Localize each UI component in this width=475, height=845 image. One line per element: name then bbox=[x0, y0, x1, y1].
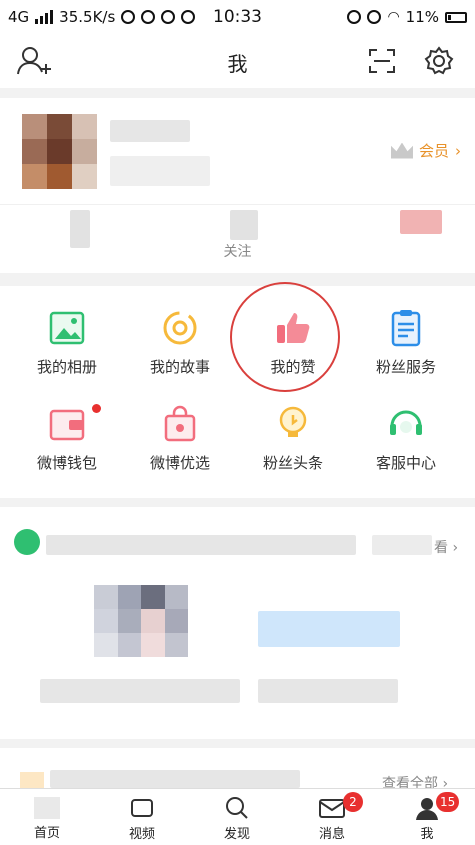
me-badge: 15 bbox=[436, 792, 460, 812]
more-text-partial: 看 bbox=[434, 540, 448, 556]
battery-icon bbox=[445, 11, 467, 23]
chevron-right-icon: › bbox=[455, 141, 461, 160]
messages-badge: 2 bbox=[343, 792, 363, 812]
avatar[interactable] bbox=[22, 114, 97, 189]
lightbulb-icon bbox=[279, 406, 307, 437]
grid-item-headlines[interactable]: 粉丝头条 bbox=[234, 404, 352, 473]
caption-blurred bbox=[40, 679, 240, 703]
new-dot bbox=[92, 404, 101, 413]
crown-icon bbox=[390, 142, 413, 159]
tab-messages-label: 消息 bbox=[318, 827, 345, 842]
tab-discover-label: 发现 bbox=[223, 827, 250, 842]
story-icon bbox=[163, 311, 197, 345]
wallet-icon bbox=[49, 409, 85, 441]
grid-item-album[interactable]: 我的相册 bbox=[8, 308, 126, 377]
divider bbox=[0, 204, 475, 205]
alarm-clock-icon bbox=[347, 10, 362, 24]
grid-item-label: 粉丝服务 bbox=[375, 358, 436, 376]
follow-count-blurred bbox=[230, 210, 258, 240]
content-section: 看 › bbox=[0, 507, 475, 739]
headset-icon bbox=[390, 410, 422, 435]
vip-label: 会员 bbox=[418, 142, 449, 160]
section-icon bbox=[14, 529, 40, 555]
tab-video[interactable]: 视频 bbox=[107, 795, 177, 842]
grid-item-label: 我的相册 bbox=[36, 358, 97, 376]
bottom-tab-bar: 首页 视频 发现 消息 2 我 15 bbox=[0, 788, 475, 845]
tab-me-label: 我 bbox=[420, 827, 434, 842]
shopping-bag-icon bbox=[164, 405, 196, 442]
grid-item-fan-service[interactable]: 粉丝服务 bbox=[347, 308, 465, 377]
grid-item-preferred[interactable]: 微博优选 bbox=[121, 404, 239, 473]
grid-item-label: 我的故事 bbox=[149, 358, 210, 376]
bio-blurred bbox=[110, 156, 210, 186]
thumbnail2-blurred[interactable] bbox=[258, 611, 400, 647]
search-icon bbox=[226, 797, 248, 819]
grid-item-label: 粉丝头条 bbox=[262, 454, 323, 472]
battery-percent: 11% bbox=[405, 8, 439, 26]
highlight-circle bbox=[230, 282, 340, 392]
tab-discover[interactable]: 发现 bbox=[202, 795, 272, 842]
scan-icon[interactable] bbox=[368, 48, 396, 74]
vip-badge[interactable]: 会员 › bbox=[390, 140, 461, 161]
section-title-blurred bbox=[46, 535, 356, 555]
username-blurred bbox=[110, 120, 190, 142]
top-header: 我 bbox=[0, 34, 475, 88]
thumbnail-blurred[interactable] bbox=[94, 585, 188, 657]
section-more-text[interactable]: 看 › bbox=[434, 537, 458, 557]
grid-item-wallet[interactable]: 微博钱包 bbox=[8, 404, 126, 473]
grid-item-label: 客服中心 bbox=[375, 454, 436, 472]
section-more-blurred bbox=[372, 535, 432, 555]
mute-icon bbox=[367, 10, 382, 24]
grid-item-customer-service[interactable]: 客服中心 bbox=[347, 404, 465, 473]
profile-card[interactable]: 会员 › 关注 bbox=[0, 98, 475, 273]
fan-service-icon bbox=[391, 310, 421, 347]
fans-count-blurred bbox=[400, 210, 442, 234]
section2-icon-blurred bbox=[20, 772, 44, 788]
tab-video-label: 视频 bbox=[128, 827, 155, 842]
grid-item-story[interactable]: 我的故事 bbox=[121, 308, 239, 377]
content-section-2: 查看全部 › bbox=[0, 748, 475, 792]
section2-title-blurred bbox=[50, 770, 300, 788]
grid-item-label: 微博钱包 bbox=[36, 454, 97, 472]
envelope-icon bbox=[319, 799, 345, 818]
grid-item-label: 微博优选 bbox=[149, 454, 210, 472]
album-icon bbox=[49, 311, 85, 345]
tab-home-label: 首页 bbox=[33, 826, 60, 841]
follow-label[interactable]: 关注 bbox=[200, 241, 275, 261]
wifi-icon: ◠ bbox=[387, 9, 400, 25]
home-icon bbox=[34, 797, 60, 819]
caption2-blurred bbox=[258, 679, 398, 703]
status-bar: 4G 35.5K/s 10:33 ◠ 11% bbox=[0, 0, 475, 34]
weibo-count-blurred bbox=[70, 210, 90, 248]
tab-home[interactable]: 首页 bbox=[12, 795, 82, 841]
video-icon bbox=[131, 799, 153, 817]
settings-icon[interactable] bbox=[424, 46, 454, 76]
page-title: 我 bbox=[227, 52, 248, 76]
